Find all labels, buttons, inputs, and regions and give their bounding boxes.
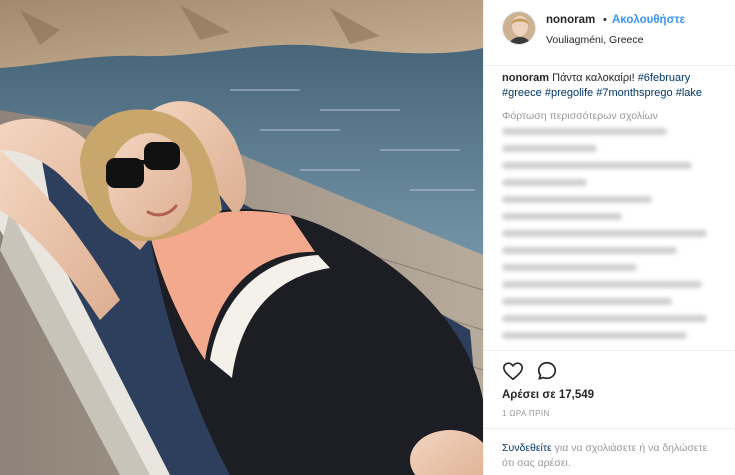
heart-icon	[503, 362, 523, 381]
avatar-image	[503, 12, 535, 44]
blurred-comment-line	[502, 332, 687, 339]
blurred-comment-line	[502, 128, 667, 135]
hashtag-lake[interactable]: #lake	[676, 87, 702, 99]
blurred-comment-line	[502, 247, 677, 254]
likes-count[interactable]: Αρέσει σε 17,549	[502, 389, 594, 401]
follow-button[interactable]: Ακολουθήστε	[612, 14, 685, 26]
like-button[interactable]	[502, 360, 524, 382]
login-prompt-text: Συνδεθείτε για να σχολιάσετε ή να δηλώσε…	[502, 441, 722, 471]
login-prompt: Συνδεθείτε για να σχολιάσετε ή να δηλώσε…	[484, 428, 735, 475]
comment-icon	[537, 361, 557, 380]
hashtag-greece[interactable]: #greece	[502, 87, 542, 99]
post-timestamp[interactable]: 1 ΩΡΑ ΠΡΙΝ	[502, 409, 550, 418]
blurred-comment-line	[502, 230, 707, 237]
blurred-comment-line	[502, 179, 587, 186]
post-actions	[484, 350, 735, 390]
post-side-panel: nonoram • Ακολουθήστε Vouliagméni, Greec…	[483, 0, 735, 475]
login-link[interactable]: Συνδεθείτε	[502, 442, 552, 454]
separator-dot: •	[603, 14, 607, 26]
caption-text: Πάντα καλοκαίρι!	[549, 72, 638, 84]
post-photo[interactable]	[0, 0, 483, 475]
photo-illustration	[0, 0, 483, 475]
blurred-comment-line	[502, 298, 672, 305]
load-more-comments-link[interactable]: Φόρτωση περισσότερων σχολίων	[502, 110, 658, 122]
blurred-comments	[502, 128, 724, 340]
hashtag-6february[interactable]: #6february	[638, 72, 691, 84]
blurred-comment-line	[502, 196, 652, 203]
instagram-post: nonoram • Ακολουθήστε Vouliagméni, Greec…	[0, 0, 735, 475]
post-caption: nonoram Πάντα καλοκαίρι! #6february #gre…	[502, 71, 727, 101]
hashtag-pregolife[interactable]: #pregolife	[545, 87, 593, 99]
blurred-comment-line	[502, 281, 702, 288]
post-header: nonoram • Ακολουθήστε Vouliagméni, Greec…	[484, 0, 735, 66]
location-link[interactable]: Vouliagméni, Greece	[546, 34, 643, 46]
avatar[interactable]	[502, 11, 536, 45]
caption-username[interactable]: nonoram	[502, 72, 549, 84]
username-link[interactable]: nonoram	[546, 14, 595, 26]
hashtag-7monthsprego[interactable]: #7monthsprego	[596, 87, 672, 99]
blurred-comment-line	[502, 315, 707, 322]
blurred-comment-line	[502, 213, 622, 220]
blurred-comment-line	[502, 162, 692, 169]
comment-button[interactable]	[536, 360, 558, 382]
blurred-comment-line	[502, 264, 637, 271]
blurred-comment-line	[502, 145, 597, 152]
